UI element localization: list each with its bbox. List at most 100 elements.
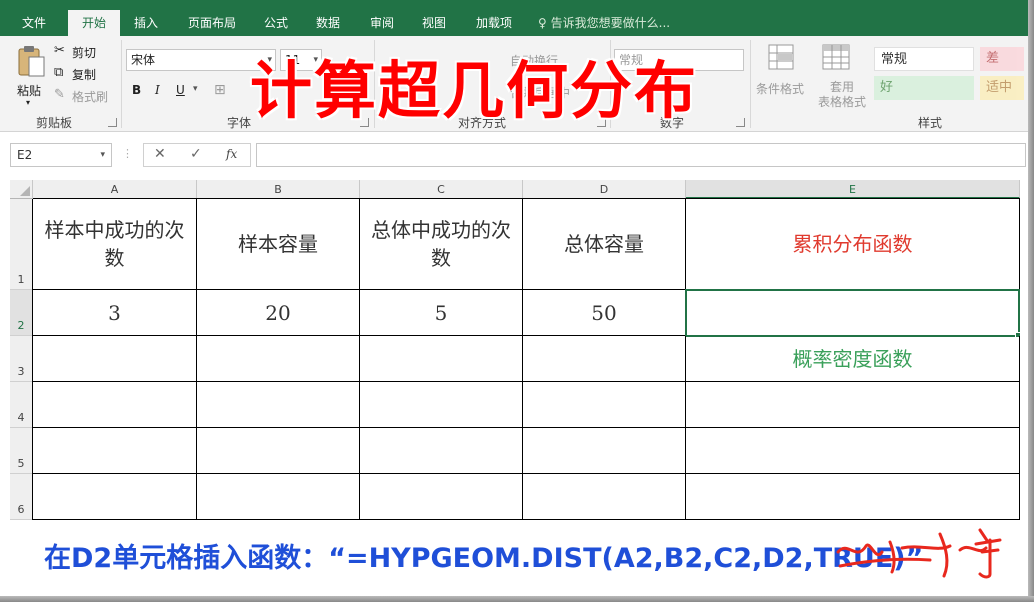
tab-view[interactable]: 视图 [414, 10, 454, 36]
clipboard-group-label: 剪贴板 [35, 116, 72, 130]
conditional-formatting-label: 条件格式 [756, 82, 805, 96]
column-header-c[interactable]: C [360, 180, 523, 199]
active-cell-selection [685, 289, 1020, 337]
italic-button[interactable]: I [155, 83, 160, 97]
cell-d1[interactable]: 总体容量 [523, 199, 686, 290]
row-header-1[interactable]: 1 [10, 199, 33, 290]
paste-button[interactable]: 粘贴 ▾ [14, 42, 48, 108]
cell-a4[interactable] [33, 382, 197, 428]
overlay-title: 计算超几何分布 [250, 54, 699, 127]
chevron-down-icon: ▾ [193, 84, 198, 94]
format-as-table-button[interactable]: 套用 表格格式 [808, 42, 866, 112]
tab-insert[interactable]: 插入 [124, 10, 168, 36]
chevron-down-icon: ▾ [26, 98, 31, 107]
conditional-formatting-icon [768, 44, 794, 70]
cell-d2[interactable]: 50 [523, 290, 686, 336]
splitter-dots-icon[interactable]: ⋮ [122, 147, 133, 160]
column-header-a[interactable]: A [33, 180, 197, 199]
clipboard-launcher-icon[interactable] [108, 118, 117, 127]
cell-b1[interactable]: 样本容量 [197, 199, 360, 290]
formula-bar: E2 ▾ ⋮ ✕ ✓ fx [0, 133, 1034, 175]
column-header-d[interactable]: D [523, 180, 686, 199]
cell-c4[interactable] [360, 382, 523, 428]
copy-icon: ⧉ [54, 65, 64, 80]
cell-c6[interactable] [360, 474, 523, 520]
cell-e1[interactable]: 累积分布函数 [686, 199, 1020, 290]
tab-add-ins[interactable]: 加载项 [466, 10, 522, 36]
cell-c2[interactable]: 5 [360, 290, 523, 336]
tab-data[interactable]: 数据 [308, 10, 348, 36]
select-all-corner[interactable] [10, 180, 33, 199]
tab-formulas[interactable]: 公式 [256, 10, 296, 36]
underline-button[interactable]: U [176, 83, 185, 97]
cell-e5[interactable] [686, 428, 1020, 474]
row-header-3[interactable]: 3 [10, 336, 33, 382]
cell-c5[interactable] [360, 428, 523, 474]
tab-review[interactable]: 审阅 [362, 10, 402, 36]
insert-function-icon[interactable]: fx [226, 147, 237, 161]
cell-c3[interactable] [360, 336, 523, 382]
cell-b2[interactable]: 20 [197, 290, 360, 336]
borders-icon[interactable]: ⊞ [214, 82, 226, 98]
cell-b6[interactable] [197, 474, 360, 520]
cell-e6[interactable] [686, 474, 1020, 520]
row-header-2[interactable]: 2 [10, 290, 33, 336]
bold-button[interactable]: B [132, 83, 141, 97]
cell-b4[interactable] [197, 382, 360, 428]
column-header-b[interactable]: B [197, 180, 360, 199]
scissors-icon: ✂ [54, 43, 65, 58]
handwritten-signature [836, 528, 1002, 579]
column-header-e[interactable]: E [686, 180, 1020, 199]
cell-e3[interactable]: 概率密度函数 [686, 336, 1020, 382]
cut-label: 剪切 [72, 46, 97, 60]
cancel-icon[interactable]: ✕ [154, 146, 166, 162]
cell-c1[interactable]: 总体中成功的次数 [360, 199, 523, 290]
cell-a5[interactable] [33, 428, 197, 474]
cell-d3[interactable] [523, 336, 686, 382]
copy-button[interactable]: ⧉ 复制 [54, 64, 114, 82]
row-number: 2 [17, 319, 25, 332]
style-normal[interactable]: 常规 [874, 47, 974, 71]
tab-file[interactable]: 文件 [14, 10, 54, 36]
tab-home[interactable]: 开始 [68, 10, 120, 36]
confirm-icon[interactable]: ✓ [190, 146, 202, 162]
row-number: 6 [17, 503, 25, 516]
styles-group-label: 样式 [917, 116, 942, 130]
name-box[interactable]: E2 ▾ [10, 143, 112, 167]
row-number: 3 [17, 365, 25, 378]
conditional-formatting-button[interactable]: 条件格式 [756, 42, 806, 108]
table-style-icon [822, 44, 850, 70]
group-divider [750, 40, 751, 128]
lightbulb-icon: ♀ [538, 16, 547, 30]
font-name-value: 宋体 [131, 53, 156, 67]
cell-e4[interactable] [686, 382, 1020, 428]
style-bad[interactable]: 差 [980, 47, 1024, 71]
paste-icon [18, 46, 45, 77]
cell-a6[interactable] [33, 474, 197, 520]
row-header-4[interactable]: 4 [10, 382, 33, 428]
cell-b5[interactable] [197, 428, 360, 474]
style-good[interactable]: 好 [874, 76, 974, 100]
cell-a2[interactable]: 3 [33, 290, 197, 336]
cell-d4[interactable] [523, 382, 686, 428]
row-number: 4 [17, 411, 25, 424]
copy-label: 复制 [72, 68, 97, 82]
paste-label: 粘贴 [17, 84, 42, 98]
cell-a1[interactable]: 样本中成功的次数 [33, 199, 197, 290]
cell-d6[interactable] [523, 474, 686, 520]
cell-b3[interactable] [197, 336, 360, 382]
style-neutral[interactable]: 适中 [980, 76, 1024, 100]
tab-page-layout[interactable]: 页面布局 [180, 10, 244, 36]
cell-a3[interactable] [33, 336, 197, 382]
formula-input[interactable] [256, 143, 1026, 167]
cell-d5[interactable] [523, 428, 686, 474]
row-header-6[interactable]: 6 [10, 474, 33, 520]
tell-me-search[interactable]: ♀ 告诉我您想要做什么... [538, 10, 670, 36]
cut-button[interactable]: ✂ 剪切 [54, 42, 114, 60]
tell-me-text: 告诉我您想要做什么... [550, 16, 671, 30]
number-launcher-icon[interactable] [736, 118, 745, 127]
format-painter-label: 格式刷 [72, 90, 109, 104]
format-painter-button[interactable]: ✎ 格式刷 [54, 86, 114, 104]
page-shadow-bottom [0, 596, 1034, 602]
row-header-5[interactable]: 5 [10, 428, 33, 474]
